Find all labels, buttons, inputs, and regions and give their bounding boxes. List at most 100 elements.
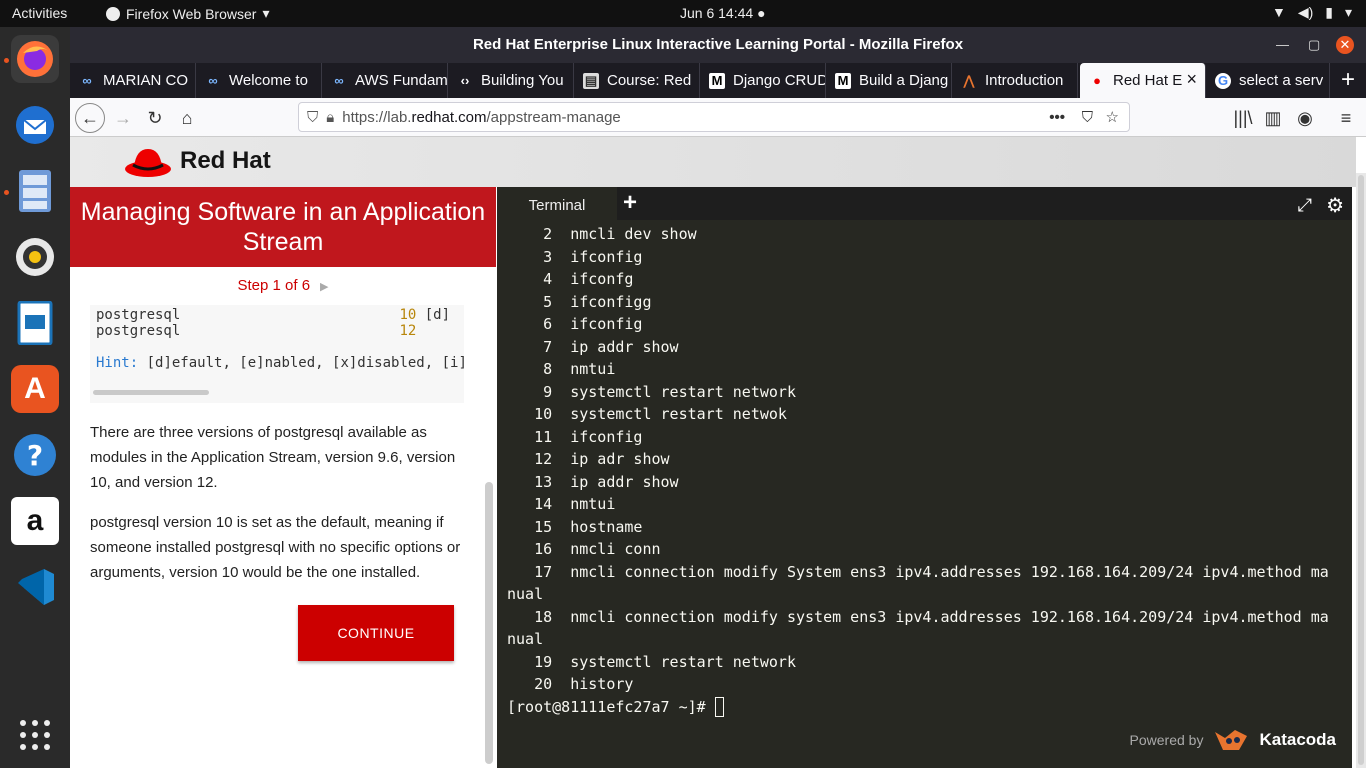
dock-thunderbird[interactable]	[11, 101, 59, 149]
new-tab-button[interactable]: +	[1330, 63, 1366, 98]
help-icon: ?	[14, 434, 56, 476]
tab-label: Build a Djang	[859, 72, 949, 89]
activities-button[interactable]: Activities	[12, 5, 67, 21]
lock-icon[interactable]: 🔒︎	[326, 109, 334, 126]
site-header: Red Hat	[70, 137, 1356, 187]
terminal-line: nual	[507, 585, 544, 603]
home-button[interactable]: ⌂	[172, 103, 202, 133]
shield-icon[interactable]: ⛉	[307, 109, 318, 126]
library-button[interactable]: |||\	[1228, 103, 1258, 133]
close-window-button[interactable]: ✕	[1336, 36, 1354, 54]
dock-software[interactable]: A	[11, 365, 59, 413]
tab-aws[interactable]: ∞ AWS Fundam	[322, 63, 448, 98]
page-scrollbar-thumb[interactable]	[1358, 175, 1364, 765]
account-button[interactable]: ◉	[1290, 103, 1320, 133]
account-icon: ◉	[1297, 107, 1313, 128]
clock[interactable]: Jun 6 14:44 ●	[680, 5, 766, 21]
dock-libreoffice-impress[interactable]	[11, 299, 59, 347]
module-version: 10	[399, 307, 417, 323]
powered-by-text: Powered by	[1129, 732, 1204, 748]
home-icon: ⌂	[181, 107, 193, 128]
gear-icon[interactable]: ⚙	[1326, 193, 1344, 218]
pocket-icon[interactable]: ⛉	[1082, 109, 1093, 126]
running-indicator	[4, 190, 9, 195]
terminal-line: 3 ifconfig	[507, 247, 643, 266]
tab-welcome[interactable]: ∞ Welcome to	[196, 63, 322, 98]
next-step-arrow-icon[interactable]: ▶	[320, 281, 328, 293]
expand-icon[interactable]: ⤢	[1298, 195, 1312, 216]
firefox-icon	[106, 6, 120, 21]
url-path: /appstream-manage	[486, 108, 621, 126]
tab-building[interactable]: ‹› Building You	[448, 63, 574, 98]
infinity-icon: ∞	[82, 73, 92, 88]
dock-show-apps[interactable]	[11, 711, 59, 759]
arrow-right-icon: →	[114, 107, 132, 128]
terminal-tab[interactable]: Terminal	[497, 187, 617, 220]
maximize-button[interactable]: ▢	[1308, 27, 1320, 63]
tab-select-server[interactable]: Gselect a serv	[1206, 63, 1330, 98]
module-name: postgresql	[96, 307, 181, 323]
navigation-toolbar: ← → ↻ ⌂ ⛉ 🔒︎ https://lab. redhat.com/apps…	[70, 98, 1366, 137]
minimize-button[interactable]: —	[1276, 27, 1289, 63]
back-button[interactable]: ←	[75, 103, 105, 133]
lesson-paragraph-2: postgresql version 10 is set as the defa…	[90, 514, 461, 581]
continue-button[interactable]: CONTINUE	[298, 605, 454, 661]
terminal-prompt: [root@81111efc27a7 ~]#	[507, 697, 715, 716]
reload-button[interactable]: ↻	[140, 103, 170, 133]
tab-label: MARIAN CO	[103, 72, 189, 89]
dock-vscode[interactable]	[11, 563, 59, 611]
bookmark-star-icon[interactable]: ☆	[1106, 108, 1119, 126]
amazon-icon: a	[26, 504, 44, 537]
tab-label: Django CRUD	[733, 72, 825, 89]
tab-course[interactable]: ▤ Course: Red	[574, 63, 700, 98]
dock-rhythmbox[interactable]	[11, 233, 59, 281]
infinity-icon: ∞	[334, 73, 344, 88]
google-icon: G	[1215, 72, 1231, 89]
firefox-window: Red Hat Enterprise Linux Interactive Lea…	[70, 27, 1366, 768]
page-actions-icon[interactable]: •••	[1049, 109, 1065, 126]
dock-firefox[interactable]	[11, 35, 59, 83]
tab-redhat-active[interactable]: ● Red Hat E ×	[1080, 63, 1206, 98]
terminal-line: 16 nmcli conn	[507, 540, 661, 558]
terminal-prompt-line: [root@81111efc27a7 ~]#	[507, 696, 1342, 719]
hint-text: [d]efault, [e]nabled, [x]disabled, [i]n	[138, 355, 464, 371]
tab-build-django[interactable]: M Build a Djang	[826, 63, 952, 98]
add-terminal-icon[interactable]: +	[623, 189, 637, 217]
terminal-output[interactable]: 2 nmcli dev show 3 ifconfig 4 ifconfg 5 …	[507, 223, 1342, 718]
firefox-icon	[17, 41, 53, 77]
thunderbird-icon	[16, 106, 54, 144]
sidebar-button[interactable]: ▥	[1258, 103, 1288, 133]
code-icon: ‹›	[460, 73, 470, 88]
dock: A ? a	[0, 27, 70, 768]
terminal-line: 13 ip addr show	[507, 472, 679, 491]
system-tray[interactable]: ▼ ◀) ▮ ▾	[1272, 4, 1352, 21]
software-store-icon: A	[24, 372, 46, 405]
terminal-pane: Terminal + ⤢ ⚙ 2 nmcli dev show 3 ifconf…	[497, 187, 1352, 768]
tab-label: select a serv	[1239, 72, 1324, 89]
forward-button[interactable]: →	[108, 103, 138, 133]
code-horizontal-scrollbar[interactable]	[93, 390, 209, 395]
dock-amazon[interactable]: a	[11, 497, 59, 545]
logo-text: Red Hat	[180, 147, 271, 174]
window-titlebar: Red Hat Enterprise Linux Interactive Lea…	[70, 27, 1366, 63]
lesson-paragraph-1: There are three versions of postgresql a…	[90, 424, 456, 491]
clock-text: Jun 6 14:44	[680, 5, 754, 21]
menu-button[interactable]: ≡	[1331, 103, 1361, 133]
svg-text:?: ?	[27, 439, 43, 472]
dock-files[interactable]	[11, 167, 59, 215]
tab-introduction[interactable]: ⋀ Introduction	[952, 63, 1078, 98]
powered-by-katacoda[interactable]: Powered by Katacoda	[1130, 726, 1336, 754]
redhat-logo[interactable]: Red Hat	[124, 143, 271, 179]
url-bar[interactable]: ⛉ 🔒︎ https://lab. redhat.com/appstream-ma…	[298, 102, 1130, 132]
lesson-scrollbar[interactable]	[485, 482, 493, 764]
tab-django-crud[interactable]: M Django CRUD	[700, 63, 826, 98]
katacoda-logo-icon	[1215, 730, 1248, 750]
terminal-line: 15 hostname	[507, 517, 643, 536]
app-menu[interactable]: Firefox Web Browser ▾	[106, 5, 269, 22]
terminal-line: 6 ifconfig	[507, 315, 643, 333]
page-scrollbar[interactable]	[1356, 173, 1366, 768]
dock-help[interactable]: ?	[11, 431, 59, 479]
tab-marian[interactable]: ∞ MARIAN CO	[70, 63, 196, 98]
close-tab-icon[interactable]: ×	[1186, 70, 1197, 88]
terminal-line: 12 ip adr show	[507, 450, 670, 468]
